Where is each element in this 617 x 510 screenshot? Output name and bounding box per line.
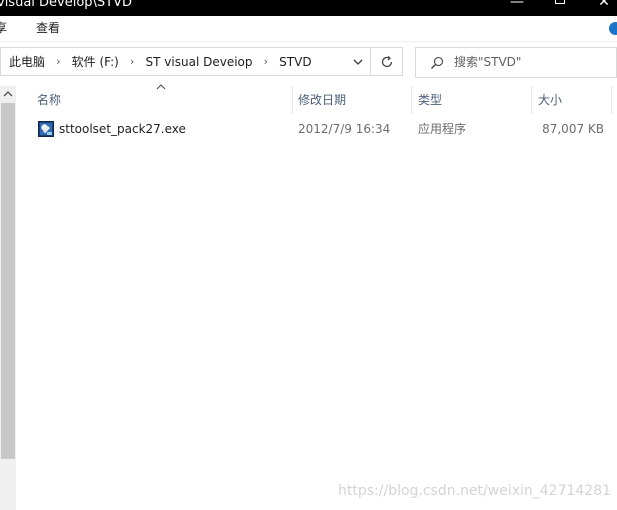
help-icon[interactable] — [609, 22, 617, 35]
file-date-modified: 2012/7/9 16:34 — [298, 122, 391, 136]
file-name[interactable]: sttoolset_pack27.exe — [59, 118, 186, 140]
close-button[interactable]: ✕ — [592, 0, 616, 10]
chevron-right-icon[interactable]: › — [123, 54, 142, 70]
chevron-down-icon[interactable] — [350, 54, 366, 70]
exe-installer-icon — [38, 121, 54, 137]
breadcrumb-st-visual-develop[interactable]: ST visual Deveiop — [146, 54, 253, 70]
chevron-right-icon[interactable]: › — [49, 54, 68, 70]
file-type: 应用程序 — [418, 122, 467, 136]
tab-view[interactable]: 查看 — [36, 20, 60, 37]
nav-scrollbar[interactable] — [0, 86, 16, 510]
minimize-icon: — — [510, 0, 524, 10]
title-bar[interactable]: visual Develop\STVD — ✕ — [0, 0, 617, 16]
column-divider[interactable] — [411, 86, 412, 114]
breadcrumb-this-pc[interactable]: 此电脑 — [9, 54, 45, 70]
breadcrumb: 此电脑 › 软件 (F:) › ST visual Deveiop › STVD — [9, 54, 312, 70]
minimize-button[interactable]: — — [505, 0, 529, 10]
column-header-date-modified[interactable]: 修改日期 — [298, 86, 346, 114]
ribbon-divider — [0, 41, 617, 42]
breadcrumb-drive-f[interactable]: 软件 (F:) — [72, 54, 119, 70]
ribbon: 享 查看 — [0, 16, 617, 41]
scroll-thumb[interactable] — [1, 103, 15, 459]
column-divider[interactable] — [292, 86, 293, 114]
file-row[interactable]: sttoolset_pack27.exe 2012/7/9 16:34 应用程序… — [17, 118, 611, 140]
search-input[interactable] — [454, 53, 604, 71]
maximize-button[interactable] — [548, 0, 572, 10]
column-header-name[interactable]: 名称 — [37, 86, 61, 114]
address-bar[interactable]: 此电脑 › 软件 (F:) › ST visual Deveiop › STVD — [0, 47, 371, 76]
refresh-icon — [381, 55, 393, 68]
maximize-icon — [555, 0, 565, 4]
watermark-url: https://blog.csdn.net/weixin_42714281 — [338, 483, 612, 499]
scroll-up-arrow-icon[interactable] — [0, 86, 16, 103]
window-title: visual Develop\STVD — [0, 0, 133, 10]
search-box[interactable] — [415, 47, 617, 78]
tab-share[interactable]: 享 — [0, 20, 7, 37]
column-divider[interactable] — [531, 86, 532, 114]
sort-ascending-icon — [156, 84, 166, 90]
column-header-size[interactable]: 大小 — [538, 86, 562, 114]
column-header-type[interactable]: 类型 — [418, 86, 442, 114]
file-size: 87,007 KB — [542, 122, 604, 136]
close-icon: ✕ — [598, 0, 610, 10]
refresh-button[interactable] — [371, 47, 403, 76]
chevron-right-icon[interactable]: › — [256, 54, 275, 70]
breadcrumb-stvd[interactable]: STVD — [279, 54, 311, 70]
search-icon — [431, 56, 444, 69]
column-divider[interactable] — [611, 86, 612, 114]
